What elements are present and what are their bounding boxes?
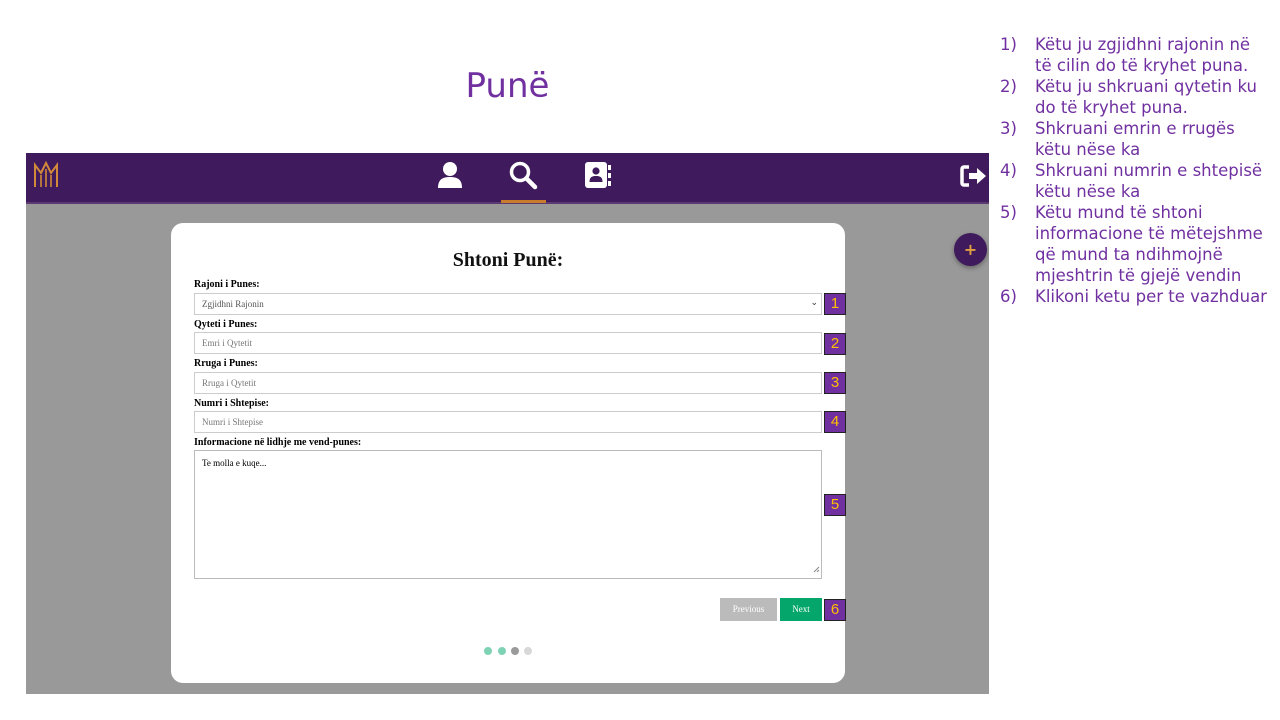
city-label: Qyteti i Punes:: [194, 319, 258, 330]
previous-button[interactable]: Previous: [720, 598, 777, 621]
callout-badge-2: 2: [824, 333, 846, 355]
instruction-number: 6): [1000, 287, 1017, 306]
instruction-text: Këtu ju shkruani qytetin ku do të kryhet…: [1035, 77, 1257, 117]
callout-badge-4: 4: [824, 411, 846, 433]
form-title: Shtoni Punë:: [452, 249, 564, 271]
city-placeholder: Emri i Qytetit: [202, 338, 252, 348]
city-input[interactable]: Emri i Qytetit: [194, 332, 822, 354]
search-icon[interactable]: [508, 160, 538, 194]
street-input[interactable]: Rruga i Qytetit: [194, 372, 822, 394]
instruction-text: Këtu mund të shtoni informacione të mëte…: [1035, 203, 1263, 285]
contact-book-icon[interactable]: [583, 160, 613, 194]
logout-icon[interactable]: [960, 164, 989, 192]
instructions-list: 1) Këtu ju zgjidhni rajonin në të cilin d…: [1000, 34, 1270, 307]
callout-badge-5: 5: [824, 494, 846, 516]
instruction-number: 5): [1000, 203, 1017, 222]
instruction-text: Klikoni ketu per te vazhduar: [1035, 287, 1267, 306]
step-dot-4: [524, 647, 532, 655]
instruction-item: 2) Këtu ju shkruani qytetin ku do të kryh…: [1000, 76, 1270, 118]
instruction-number: 4): [1000, 161, 1017, 180]
callout-badge-3: 3: [824, 372, 846, 394]
street-label: Rruga i Punes:: [194, 358, 258, 369]
next-button[interactable]: Next: [780, 598, 822, 621]
instruction-text: Shkruani emrin e rrugës këtu nëse ka: [1035, 119, 1235, 159]
instruction-text: Shkruani numrin e shtepisë këtu nëse ka: [1035, 161, 1263, 201]
user-icon[interactable]: [436, 160, 464, 194]
region-label: Rajoni i Punes:: [194, 279, 260, 290]
house-number-input[interactable]: Numri i Shtepise: [194, 411, 822, 433]
region-select-value: Zgjidhni Rajonin: [202, 299, 264, 309]
slide-title: Punë: [465, 66, 550, 106]
instruction-item: 4) Shkruani numrin e shtepisë këtu nëse k…: [1000, 160, 1270, 202]
step-dot-2: [498, 647, 506, 655]
chevron-down-icon: ⌄: [810, 298, 818, 308]
info-placeholder: Te molla e kuqe...: [202, 458, 267, 468]
house-number-label: Numri i Shtepise:: [194, 398, 269, 409]
instruction-text: Këtu ju zgjidhni rajonin në të cilin do …: [1035, 35, 1251, 75]
instruction-item: 5) Këtu mund të shtoni informacione të më…: [1000, 202, 1270, 286]
add-fab-button[interactable]: +: [954, 233, 987, 266]
instruction-number: 2): [1000, 77, 1017, 96]
callout-badge-1: 1: [824, 293, 846, 315]
resize-handle-icon[interactable]: [813, 558, 820, 577]
add-job-form: Shtoni Punë: Rajoni i Punes: Zgjidhni Ra…: [171, 223, 845, 683]
instruction-item: 1) Këtu ju zgjidhni rajonin në të cilin d…: [1000, 34, 1270, 76]
step-dot-3: [511, 647, 519, 655]
active-tab-indicator: [501, 200, 546, 203]
step-dot-1: [484, 647, 492, 655]
instruction-number: 1): [1000, 35, 1017, 54]
instruction-item: 3) Shkruani emrin e rrugës këtu nëse ka: [1000, 118, 1270, 160]
logo-icon[interactable]: [32, 159, 60, 193]
instruction-item: 6) Klikoni ketu per te vazhduar: [1000, 286, 1270, 307]
info-textarea[interactable]: Te molla e kuqe...: [194, 450, 822, 579]
navbar: [26, 153, 989, 204]
region-select[interactable]: Zgjidhni Rajonin ⌄: [194, 293, 822, 315]
callout-badge-6: 6: [824, 599, 846, 621]
info-label: Informacione në lidhje me vend-punes:: [194, 437, 362, 448]
instruction-number: 3): [1000, 119, 1017, 138]
house-number-placeholder: Numri i Shtepise: [202, 417, 263, 427]
street-placeholder: Rruga i Qytetit: [202, 378, 256, 388]
